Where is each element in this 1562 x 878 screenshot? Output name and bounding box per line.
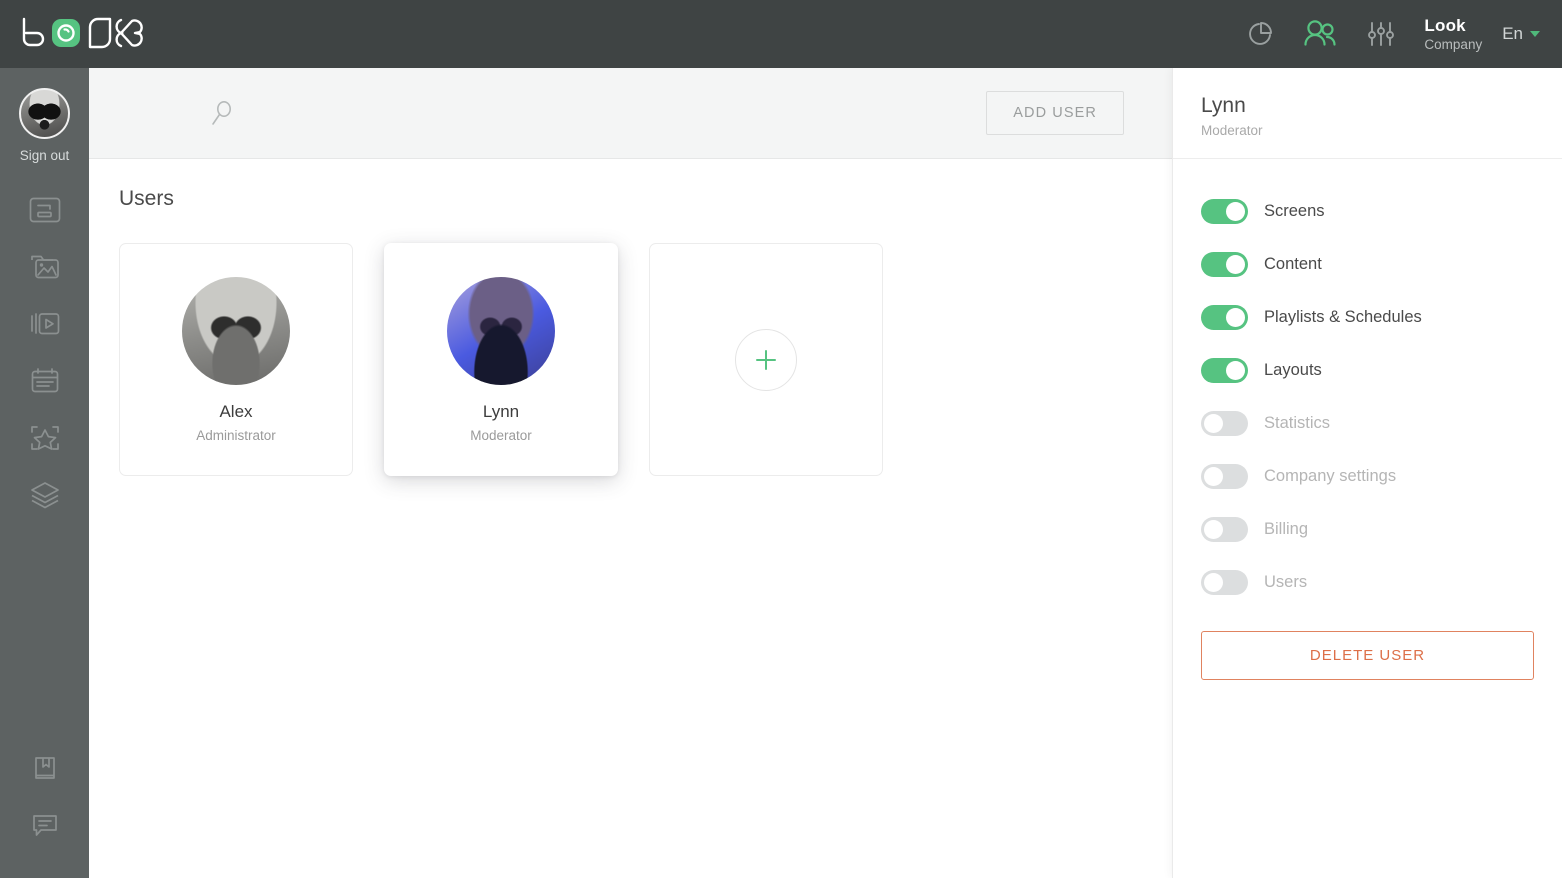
analytics-icon-glyph [1249, 22, 1273, 45]
language-selector[interactable]: En [1502, 24, 1540, 44]
users-icon-glyph [1304, 20, 1337, 46]
toggle-screens[interactable] [1201, 199, 1248, 224]
panel-user-name: Lynn [1201, 94, 1246, 117]
sidebar-nav [24, 193, 66, 512]
user-role: Moderator [470, 428, 532, 443]
user-role: Administrator [196, 428, 276, 443]
toggle-statistics[interactable] [1201, 411, 1248, 436]
settings-sliders-icon-glyph [1368, 22, 1395, 46]
delete-user-button[interactable]: DELETE USER [1201, 631, 1534, 680]
user-card-alex[interactable]: Alex Administrator [119, 243, 353, 476]
app-root: Look Company En Sign out ADD USER Users … [0, 0, 1562, 878]
permission-label: Playlists & Schedules [1264, 308, 1422, 326]
look-logo[interactable] [20, 16, 152, 52]
permission-label: Screens [1264, 202, 1325, 220]
toggle-knob [1204, 573, 1223, 592]
sidebar-item-schedules[interactable] [24, 364, 66, 398]
permission-row-users[interactable]: Users [1201, 556, 1534, 609]
playlist-video-icon [30, 313, 59, 335]
sign-out-label: Sign out [19, 148, 70, 163]
sidebar-item-content[interactable] [24, 250, 66, 284]
toggle-content[interactable] [1201, 252, 1248, 277]
users-content: Users Alex Administrator Lynn Moderator [89, 159, 1172, 878]
user-name: Alex [219, 402, 253, 421]
permission-row-layouts[interactable]: Layouts [1201, 344, 1534, 397]
panel-user-role: Moderator [1201, 123, 1263, 138]
sidebar-item-screens[interactable] [24, 193, 66, 227]
toggle-billing[interactable] [1201, 517, 1248, 542]
permission-row-statistics[interactable]: Statistics [1201, 397, 1534, 450]
add-user-button[interactable]: ADD USER [986, 91, 1124, 135]
sidebar-item-playlists[interactable] [24, 307, 66, 341]
sidebar-bottom-nav [24, 752, 66, 862]
permission-label: Layouts [1264, 361, 1322, 379]
images-icon [30, 255, 59, 279]
toggle-layouts[interactable] [1201, 358, 1248, 383]
sidebar-item-support[interactable] [24, 808, 66, 842]
search-input[interactable] [203, 93, 243, 133]
permission-row-playlists-schedules[interactable]: Playlists & Schedules [1201, 291, 1534, 344]
layers-icon [30, 482, 59, 509]
sidebar-item-manual[interactable] [24, 752, 66, 786]
toggle-playlists-schedules[interactable] [1201, 305, 1248, 330]
top-bar: Look Company En [0, 0, 1562, 68]
schedule-calendar-icon [31, 368, 58, 393]
look-logo-mark [22, 17, 143, 49]
user-detail-panel: Lynn Moderator Screens Content Playlists… [1172, 68, 1562, 878]
sidebar: Sign out [0, 68, 89, 878]
toggle-knob [1204, 414, 1223, 433]
toggle-knob [1226, 202, 1245, 221]
analytics-icon[interactable] [1244, 18, 1276, 50]
permissions-list: Screens Content Playlists & Schedules La… [1173, 159, 1562, 609]
sidebar-item-layouts[interactable] [24, 478, 66, 512]
sidebar-account[interactable]: Sign out [19, 88, 70, 163]
user-card-lynn[interactable]: Lynn Moderator [384, 243, 618, 476]
avatar [19, 88, 70, 139]
book-icon [34, 757, 55, 779]
plus-icon [756, 349, 776, 370]
sidebar-item-apps[interactable] [24, 421, 66, 455]
main-area: ADD USER Users Alex Administrator Lynn M… [89, 68, 1172, 878]
toggle-company-settings[interactable] [1201, 464, 1248, 489]
permission-label: Statistics [1264, 414, 1331, 432]
content-toolbar: ADD USER [89, 68, 1172, 159]
permission-label: Content [1264, 255, 1322, 273]
body-row: Sign out ADD USER Users Alex Administrat… [0, 68, 1562, 878]
toggle-knob [1204, 520, 1223, 539]
search-icon [212, 101, 231, 125]
star-frame-icon [30, 426, 59, 450]
toggle-users[interactable] [1201, 570, 1248, 595]
toggle-knob [1226, 361, 1245, 380]
permission-row-screens[interactable]: Screens [1201, 185, 1534, 238]
permission-label: Billing [1264, 520, 1309, 538]
users-icon[interactable] [1302, 17, 1340, 51]
page-title: Users [119, 187, 174, 210]
brand-subtitle: Company [1424, 36, 1483, 52]
permission-row-billing[interactable]: Billing [1201, 503, 1534, 556]
topbar-icon-group [1244, 17, 1396, 51]
screen-icon [29, 197, 60, 223]
user-avatar [447, 277, 555, 385]
toggle-knob [1226, 255, 1245, 274]
user-name: Lynn [482, 402, 520, 421]
permission-row-content[interactable]: Content [1201, 238, 1534, 291]
permission-label: Users [1264, 573, 1308, 591]
chevron-down-icon [1530, 31, 1540, 37]
permission-label: Company settings [1264, 467, 1397, 485]
add-user-card[interactable] [649, 243, 883, 476]
user-card-grid: Alex Administrator Lynn Moderator [119, 243, 1142, 476]
user-avatar [182, 277, 290, 385]
chat-bubble-icon [32, 815, 57, 836]
plus-circle [735, 328, 797, 391]
toggle-knob [1204, 467, 1223, 486]
permission-row-company-settings[interactable]: Company settings [1201, 450, 1534, 503]
brand-block[interactable]: Look Company [1424, 16, 1482, 52]
settings-sliders-icon[interactable] [1366, 18, 1396, 50]
brand-name: Look [1424, 15, 1466, 35]
panel-header: Lynn Moderator [1173, 68, 1562, 159]
toggle-knob [1226, 308, 1245, 327]
language-label: En [1502, 24, 1523, 43]
